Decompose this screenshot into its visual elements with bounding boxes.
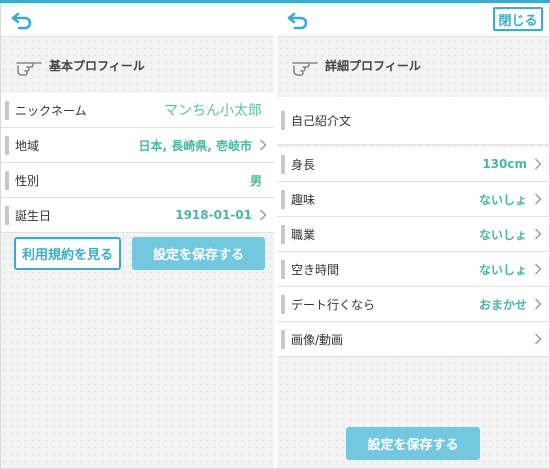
- chevron-right-icon: [535, 193, 542, 205]
- chevron-right-icon: [535, 298, 542, 310]
- occupation-value: ないしょ: [478, 227, 527, 242]
- height-label: 身長: [291, 157, 316, 172]
- gender-value: 男: [249, 173, 262, 188]
- birthday-value: 1918-01-01: [175, 208, 252, 222]
- date-preference-row[interactable]: デート行くなら おまかせ: [277, 287, 549, 322]
- free-time-value: ないしょ: [478, 262, 527, 277]
- basic-profile-list: ニックネーム マンちん小太郎 地域 日本, 長崎県, 壱岐市 性別 男 誕生日 …: [1, 93, 274, 233]
- free-time-row[interactable]: 空き時間 ないしょ: [277, 252, 549, 287]
- chevron-right-icon: [535, 228, 542, 240]
- view-terms-button[interactable]: 利用規約を見る: [14, 237, 121, 270]
- save-settings-button[interactable]: 設定を保存する: [132, 237, 265, 270]
- chevron-right-icon: [535, 333, 542, 345]
- birthday-label: 誕生日: [15, 208, 52, 223]
- height-value: 130cm: [482, 157, 527, 171]
- occupation-row[interactable]: 職業 ないしょ: [277, 217, 549, 252]
- self-intro-label: 自己紹介文: [291, 114, 352, 128]
- basic-profile-heading: 基本プロフィール: [15, 52, 145, 78]
- hobby-label: 趣味: [291, 192, 316, 207]
- detail-attributes-list: 身長 130cm 趣味 ないしょ 職業 ないしょ 空き時間 ないしょ デート行く…: [277, 147, 549, 357]
- close-button[interactable]: 閉じる: [493, 7, 543, 31]
- nickname-label: ニックネーム: [15, 103, 87, 118]
- chevron-right-icon: [260, 209, 267, 221]
- row-marker: [281, 260, 285, 279]
- row-marker: [281, 225, 285, 244]
- height-row[interactable]: 身長 130cm: [277, 147, 549, 182]
- row-marker: [281, 295, 285, 314]
- section-title-text: 詳細プロフィール: [325, 58, 421, 73]
- hobby-value: ないしょ: [478, 192, 527, 207]
- row-marker: [5, 136, 9, 155]
- right-header: 閉じる: [277, 3, 549, 37]
- detail-profile-heading: 詳細プロフィール: [291, 52, 421, 78]
- row-marker: [281, 190, 285, 209]
- date-preference-label: デート行くなら: [291, 297, 376, 312]
- section-title-text: 基本プロフィール: [49, 58, 145, 73]
- row-marker: [5, 206, 9, 225]
- date-preference-value: おまかせ: [478, 297, 527, 312]
- chevron-right-icon: [535, 263, 542, 275]
- nickname-value: マンちん小太郎: [164, 103, 262, 119]
- hobby-row[interactable]: 趣味 ないしょ: [277, 182, 549, 217]
- self-intro-row[interactable]: 自己紹介文: [277, 97, 549, 145]
- region-row[interactable]: 地域 日本, 長崎県, 壱岐市: [1, 128, 274, 163]
- basic-profile-panel: 基本プロフィール ニックネーム マンちん小太郎 地域 日本, 長崎県, 壱岐市 …: [1, 3, 274, 468]
- free-time-label: 空き時間: [291, 262, 340, 277]
- detail-profile-panel: 閉じる 詳細プロフィール 自己紹介文 身長 130cm 趣味 ないしょ 職業 な…: [277, 3, 549, 468]
- nickname-row[interactable]: ニックネーム マンちん小太郎: [1, 93, 274, 128]
- pointing-hand-icon: [16, 62, 42, 76]
- row-marker: [281, 330, 285, 349]
- pointing-hand-icon: [292, 62, 318, 76]
- occupation-label: 職業: [291, 227, 316, 242]
- row-marker: [5, 101, 9, 120]
- media-label: 画像/動画: [291, 332, 344, 347]
- region-value: 日本, 長崎県, 壱岐市: [138, 138, 252, 153]
- media-row[interactable]: 画像/動画: [277, 322, 549, 357]
- chevron-right-icon: [535, 158, 542, 170]
- gender-row[interactable]: 性別 男: [1, 163, 274, 198]
- row-marker: [281, 155, 285, 174]
- back-arrow-icon[interactable]: [11, 9, 37, 31]
- back-arrow-icon[interactable]: [287, 9, 313, 31]
- row-marker: [5, 171, 9, 190]
- detail-profile-list: 自己紹介文: [277, 97, 549, 145]
- region-label: 地域: [15, 138, 40, 153]
- row-marker: [281, 111, 285, 130]
- birthday-row[interactable]: 誕生日 1918-01-01: [1, 198, 274, 233]
- left-header: [1, 3, 274, 37]
- gender-label: 性別: [15, 173, 40, 188]
- save-settings-button[interactable]: 設定を保存する: [346, 427, 480, 460]
- chevron-right-icon: [260, 139, 267, 151]
